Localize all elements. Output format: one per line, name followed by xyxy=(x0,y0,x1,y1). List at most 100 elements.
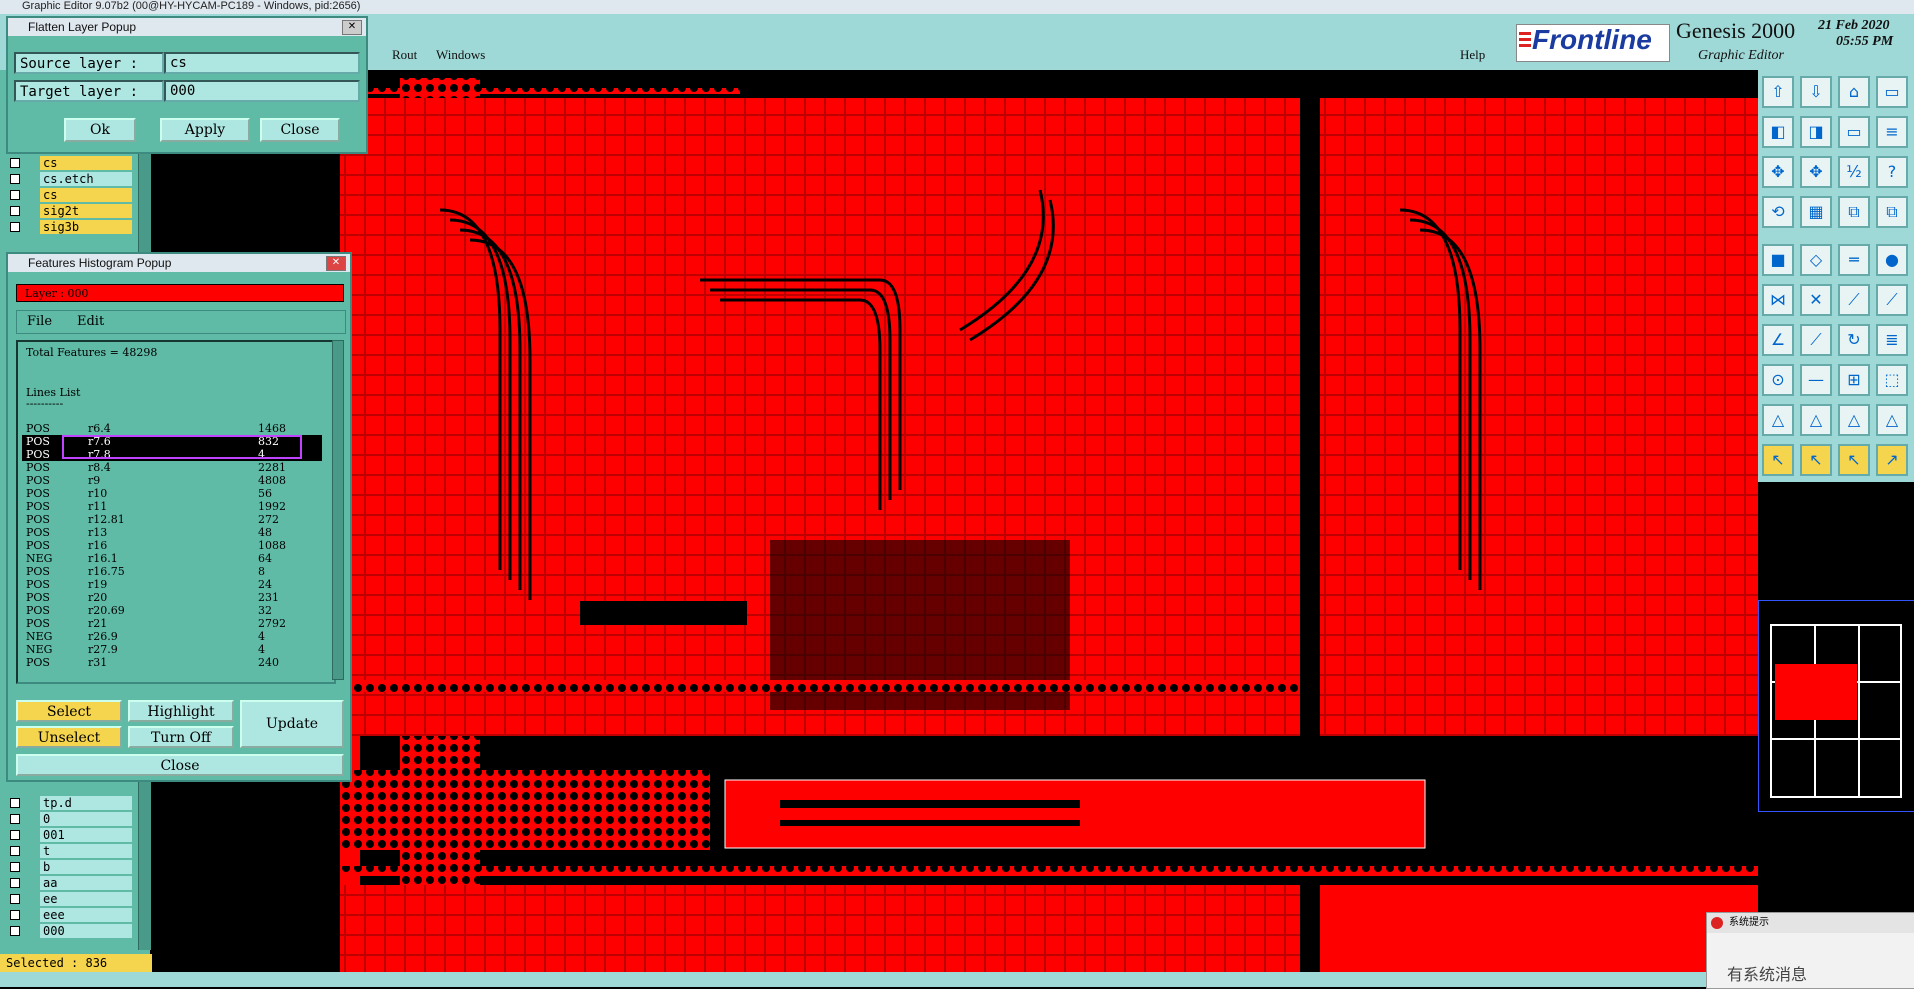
layer-checkbox[interactable] xyxy=(10,862,20,872)
layer-name[interactable]: 0 xyxy=(40,812,132,826)
down-icon[interactable]: ⇩ xyxy=(1800,76,1832,108)
move-icon[interactable]: ✥ xyxy=(1762,156,1794,188)
circle-icon[interactable]: ● xyxy=(1876,244,1908,276)
redo-icon[interactable]: ↻ xyxy=(1838,324,1870,356)
histogram-row[interactable]: POS r9 4808 xyxy=(22,474,322,487)
copy-icon[interactable]: ⧉ xyxy=(1838,196,1870,228)
highlight-button[interactable]: Highlight xyxy=(128,700,234,722)
histogram-menu-file[interactable]: File xyxy=(27,314,52,329)
box-icon[interactable]: ⬚ xyxy=(1876,364,1908,396)
line-icon[interactable]: ⟋ xyxy=(1800,324,1832,356)
layer-checkbox[interactable] xyxy=(10,846,20,856)
pointer-icon[interactable]: ↖ xyxy=(1838,444,1870,476)
layer-row[interactable]: eee xyxy=(10,908,132,923)
histogram-close-button[interactable]: Close xyxy=(16,754,344,776)
layer-row[interactable]: aa xyxy=(10,876,132,891)
histogram-row[interactable]: POS r8.4 2281 xyxy=(22,461,322,474)
histogram-list[interactable]: Total Features = 48298 Lines List ------… xyxy=(16,340,336,684)
layer-name[interactable]: eee xyxy=(40,908,132,922)
layer-row[interactable]: ee xyxy=(10,892,132,907)
layer-checkbox[interactable] xyxy=(10,174,20,184)
select-button[interactable]: Select xyxy=(16,700,122,722)
layer-name[interactable]: 000 xyxy=(40,924,132,938)
layer-row[interactable]: cs xyxy=(10,188,132,203)
pointer-icon[interactable]: ↖ xyxy=(1800,444,1832,476)
ruler-icon[interactable]: ═ xyxy=(1838,244,1870,276)
layer-name[interactable]: b xyxy=(40,860,132,874)
histogram-row[interactable]: NEG r26.9 4 xyxy=(22,630,322,643)
update-button[interactable]: Update xyxy=(240,700,344,748)
histogram-popup-close-icon[interactable]: ✕ xyxy=(326,256,346,271)
layer-row[interactable]: b xyxy=(10,860,132,875)
histogram-row[interactable]: POS r16 1088 xyxy=(22,539,322,552)
source-layer-input[interactable]: cs xyxy=(164,52,360,74)
grid-icon[interactable]: ⊞ xyxy=(1838,364,1870,396)
layer-row[interactable]: sig2t xyxy=(10,204,132,219)
align-right-icon[interactable]: ◨ xyxy=(1800,116,1832,148)
target-icon[interactable]: ⊙ xyxy=(1762,364,1794,396)
pcb-canvas[interactable] xyxy=(340,70,1758,977)
line-icon[interactable]: ⟋ xyxy=(1838,284,1870,316)
layer-row[interactable]: cs xyxy=(10,156,132,171)
layer-name[interactable]: t xyxy=(40,844,132,858)
up-icon[interactable]: ⇧ xyxy=(1762,76,1794,108)
target-layer-input[interactable]: 000 xyxy=(164,80,360,102)
system-notification-toast[interactable]: 系统提示 有系统消息 xyxy=(1706,912,1914,989)
layer-name[interactable]: tp.d xyxy=(40,796,132,810)
grid-icon[interactable]: ▦ xyxy=(1800,196,1832,228)
layer-name[interactable]: cs.etch xyxy=(40,172,132,186)
layer-row[interactable]: t xyxy=(10,844,132,859)
layer-name[interactable]: ee xyxy=(40,892,132,906)
lines-icon[interactable]: ≡ xyxy=(1876,116,1908,148)
minimap[interactable] xyxy=(1758,600,1914,812)
stack-icon[interactable]: ≣ xyxy=(1876,324,1908,356)
layer-checkbox[interactable] xyxy=(10,206,20,216)
layer-row[interactable]: 0 xyxy=(10,812,132,827)
histogram-row[interactable]: NEG r16.1 64 xyxy=(22,552,322,565)
half-icon[interactable]: ½ xyxy=(1838,156,1870,188)
apply-button[interactable]: Apply xyxy=(160,118,250,142)
rect-icon[interactable]: ▭ xyxy=(1876,76,1908,108)
layer-row[interactable]: tp.d xyxy=(10,796,132,811)
dash-icon[interactable]: — xyxy=(1800,364,1832,396)
layer-checkbox[interactable] xyxy=(10,158,20,168)
layer-checkbox[interactable] xyxy=(10,894,20,904)
copy-icon[interactable]: ⧉ xyxy=(1876,196,1908,228)
turn-off-button[interactable]: Turn Off xyxy=(128,726,234,748)
layer-name[interactable]: 001 xyxy=(40,828,132,842)
connect-icon[interactable]: ⋈ xyxy=(1762,284,1794,316)
line-icon[interactable]: ⟋ xyxy=(1876,284,1908,316)
triangle-icon[interactable]: △ xyxy=(1800,404,1832,436)
angle-icon[interactable]: ∠ xyxy=(1762,324,1794,356)
layer-checkbox[interactable] xyxy=(10,910,20,920)
layer-name[interactable]: cs xyxy=(40,156,132,170)
histogram-row[interactable]: POS r21 2792 xyxy=(22,617,322,630)
triangle-icon[interactable]: △ xyxy=(1838,404,1870,436)
histogram-row[interactable]: NEG r27.9 4 xyxy=(22,643,322,656)
pointer-icon[interactable]: ↗ xyxy=(1876,444,1908,476)
histogram-menu-edit[interactable]: Edit xyxy=(77,314,104,329)
diamond-icon[interactable]: ◇ xyxy=(1800,244,1832,276)
layer-row[interactable]: 001 xyxy=(10,828,132,843)
histogram-row[interactable]: POS r19 24 xyxy=(22,578,322,591)
flatten-close-button[interactable]: Close xyxy=(260,118,340,142)
layer-name[interactable]: sig2t xyxy=(40,204,132,218)
layer-checkbox[interactable] xyxy=(10,190,20,200)
menu-windows[interactable]: Windows xyxy=(436,47,485,63)
menu-help[interactable]: Help xyxy=(1460,47,1485,63)
layer-name[interactable]: aa xyxy=(40,876,132,890)
layer-row[interactable]: 000 xyxy=(10,924,132,939)
histogram-row[interactable]: POS r31 240 xyxy=(22,656,322,669)
histogram-row[interactable]: POS r20.69 32 xyxy=(22,604,322,617)
histogram-row[interactable]: POS r20 231 xyxy=(22,591,322,604)
layer-checkbox[interactable] xyxy=(10,814,20,824)
move-icon[interactable]: ✥ xyxy=(1800,156,1832,188)
rotate-icon[interactable]: ⟲ xyxy=(1762,196,1794,228)
histogram-row[interactable]: POS r13 48 xyxy=(22,526,322,539)
ok-button[interactable]: Ok xyxy=(64,118,136,142)
home-icon[interactable]: ⌂ xyxy=(1838,76,1870,108)
layer-checkbox[interactable] xyxy=(10,830,20,840)
help-icon[interactable]: ? xyxy=(1876,156,1908,188)
layer-row[interactable]: cs.etch xyxy=(10,172,132,187)
histogram-row[interactable]: POS r6.4 1468 xyxy=(22,422,322,435)
